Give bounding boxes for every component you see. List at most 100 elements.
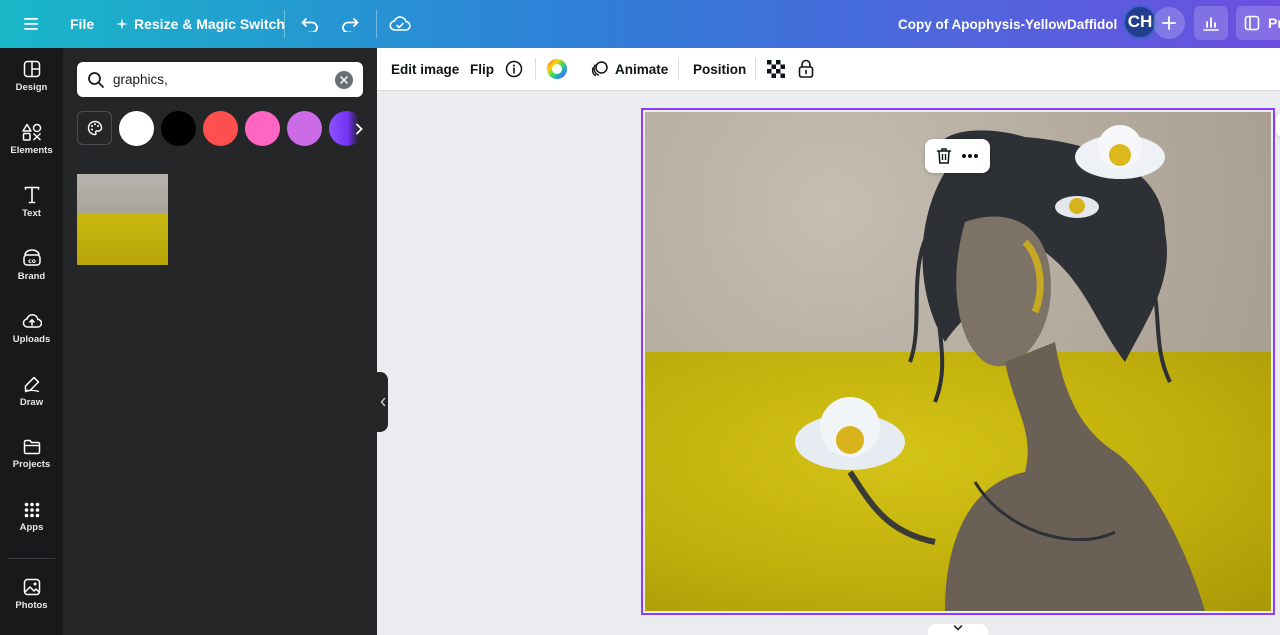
- context-toolbar: Edit image Flip Animate Position: [377, 48, 1280, 91]
- rail-label: Brand: [17, 270, 46, 282]
- avatar[interactable]: CH: [1123, 5, 1157, 39]
- main-menu-button[interactable]: [12, 7, 50, 41]
- rail-label: Text: [22, 207, 41, 219]
- lock-button[interactable]: [797, 54, 815, 84]
- hamburger-icon: [24, 18, 38, 30]
- rail-item-brand[interactable]: co Brand: [0, 237, 63, 293]
- more-icon: [962, 154, 979, 158]
- present-button[interactable]: Pr: [1236, 6, 1280, 40]
- position-button[interactable]: Position: [693, 54, 746, 84]
- side-handle[interactable]: [1276, 112, 1280, 138]
- color-swatch-black[interactable]: [161, 111, 196, 146]
- transparency-icon: [767, 60, 785, 78]
- rail-item-uploads[interactable]: Uploads: [0, 300, 63, 356]
- rail-item-text[interactable]: Text: [0, 174, 63, 230]
- delete-button[interactable]: [936, 147, 952, 165]
- plus-icon: [1162, 16, 1176, 30]
- color-swatch-white[interactable]: [119, 111, 154, 146]
- search-icon: [88, 71, 104, 88]
- rail-item-photos[interactable]: Photos: [0, 566, 63, 622]
- rail-item-apps[interactable]: Apps: [0, 489, 63, 545]
- design-canvas-image[interactable]: [645, 112, 1271, 611]
- color-swatch-purple[interactable]: [287, 111, 322, 146]
- redo-icon: [342, 18, 359, 32]
- rail-item-projects[interactable]: Projects: [0, 426, 63, 482]
- elements-icon: [21, 123, 41, 141]
- toolbar-divider: [755, 58, 756, 80]
- insights-button[interactable]: [1194, 6, 1228, 40]
- design-icon: [23, 60, 40, 77]
- text-icon: [24, 186, 39, 203]
- thumbnail-wall: [77, 174, 168, 214]
- more-options-button[interactable]: [961, 153, 979, 159]
- color-swatch-pink[interactable]: [245, 111, 280, 146]
- color-adjust-button[interactable]: [546, 54, 568, 84]
- rail-label: Photos: [15, 599, 48, 611]
- trash-icon: [936, 148, 951, 164]
- apps-icon: [24, 502, 39, 517]
- color-swatch-red[interactable]: [203, 111, 238, 146]
- undo-icon: [301, 18, 318, 32]
- flower-left: [795, 397, 905, 470]
- bar-chart-icon: [1203, 17, 1219, 31]
- animate-button[interactable]: Animate: [591, 54, 668, 84]
- toolbar-divider: [284, 10, 285, 38]
- rail-label: Elements: [10, 144, 53, 156]
- resize-label: Resize & Magic Switch: [134, 16, 285, 32]
- clear-search-button[interactable]: [335, 70, 353, 89]
- rail-label: Projects: [12, 458, 51, 470]
- rail-divider: [8, 558, 55, 559]
- chevron-right-icon: [356, 123, 363, 134]
- toolbar-divider: [535, 58, 536, 80]
- toolbar-divider: [678, 58, 679, 80]
- document-title[interactable]: Copy of Apophysis-YellowDaffidol: [886, 7, 1129, 41]
- present-icon: [1244, 15, 1260, 31]
- photos-icon: [23, 578, 40, 595]
- rail-item-design[interactable]: Design: [0, 48, 63, 104]
- brand-icon: co: [22, 248, 41, 266]
- svg-text:co: co: [28, 258, 36, 265]
- projects-icon: [23, 439, 40, 454]
- rail-item-elements[interactable]: Elements: [0, 111, 63, 167]
- animate-label: Animate: [615, 61, 669, 77]
- rail-item-draw[interactable]: Draw: [0, 363, 63, 419]
- graphic-result-thumbnail[interactable]: [77, 174, 168, 265]
- palette-icon: [87, 120, 102, 136]
- rail-label: Draw: [19, 396, 44, 408]
- share-add-button[interactable]: [1153, 7, 1185, 39]
- search-input[interactable]: [113, 72, 327, 87]
- info-button[interactable]: [505, 54, 523, 84]
- lock-icon: [798, 59, 814, 78]
- color-palette-button[interactable]: [77, 111, 112, 145]
- woman-figure-artwork: [795, 125, 1205, 611]
- present-label: Pr: [1268, 15, 1280, 31]
- chevron-down-icon: [953, 625, 963, 631]
- uploads-icon: [22, 313, 42, 328]
- close-icon: [340, 75, 348, 84]
- side-panel: [63, 48, 377, 635]
- sparkle-icon: [116, 18, 128, 30]
- edit-image-button[interactable]: Edit image: [391, 54, 459, 84]
- flower-top: [1075, 125, 1165, 179]
- transparency-button[interactable]: [767, 54, 785, 84]
- undo-button[interactable]: [292, 7, 328, 41]
- draw-icon: [24, 376, 39, 393]
- color-wheel-icon: [547, 59, 567, 79]
- flower-small: [1055, 196, 1099, 218]
- thumbnail-field: [77, 213, 168, 265]
- redo-button[interactable]: [332, 7, 368, 41]
- rail-label: Apps: [19, 521, 44, 533]
- file-menu-button[interactable]: File: [62, 7, 102, 41]
- save-status-button[interactable]: [382, 7, 418, 41]
- swatch-scroll-right-button[interactable]: [348, 111, 370, 146]
- info-icon: [505, 60, 523, 78]
- search-box[interactable]: [77, 62, 363, 97]
- toolbar-divider: [376, 10, 377, 38]
- element-floating-toolbar: [925, 139, 990, 173]
- cloud-check-icon: [389, 16, 411, 31]
- flip-button[interactable]: Flip: [470, 54, 494, 84]
- resize-magic-switch-button[interactable]: Resize & Magic Switch: [108, 7, 293, 41]
- collapse-panel-button[interactable]: [377, 372, 388, 432]
- expand-pages-button[interactable]: [928, 624, 988, 635]
- rail-label: Design: [15, 81, 48, 93]
